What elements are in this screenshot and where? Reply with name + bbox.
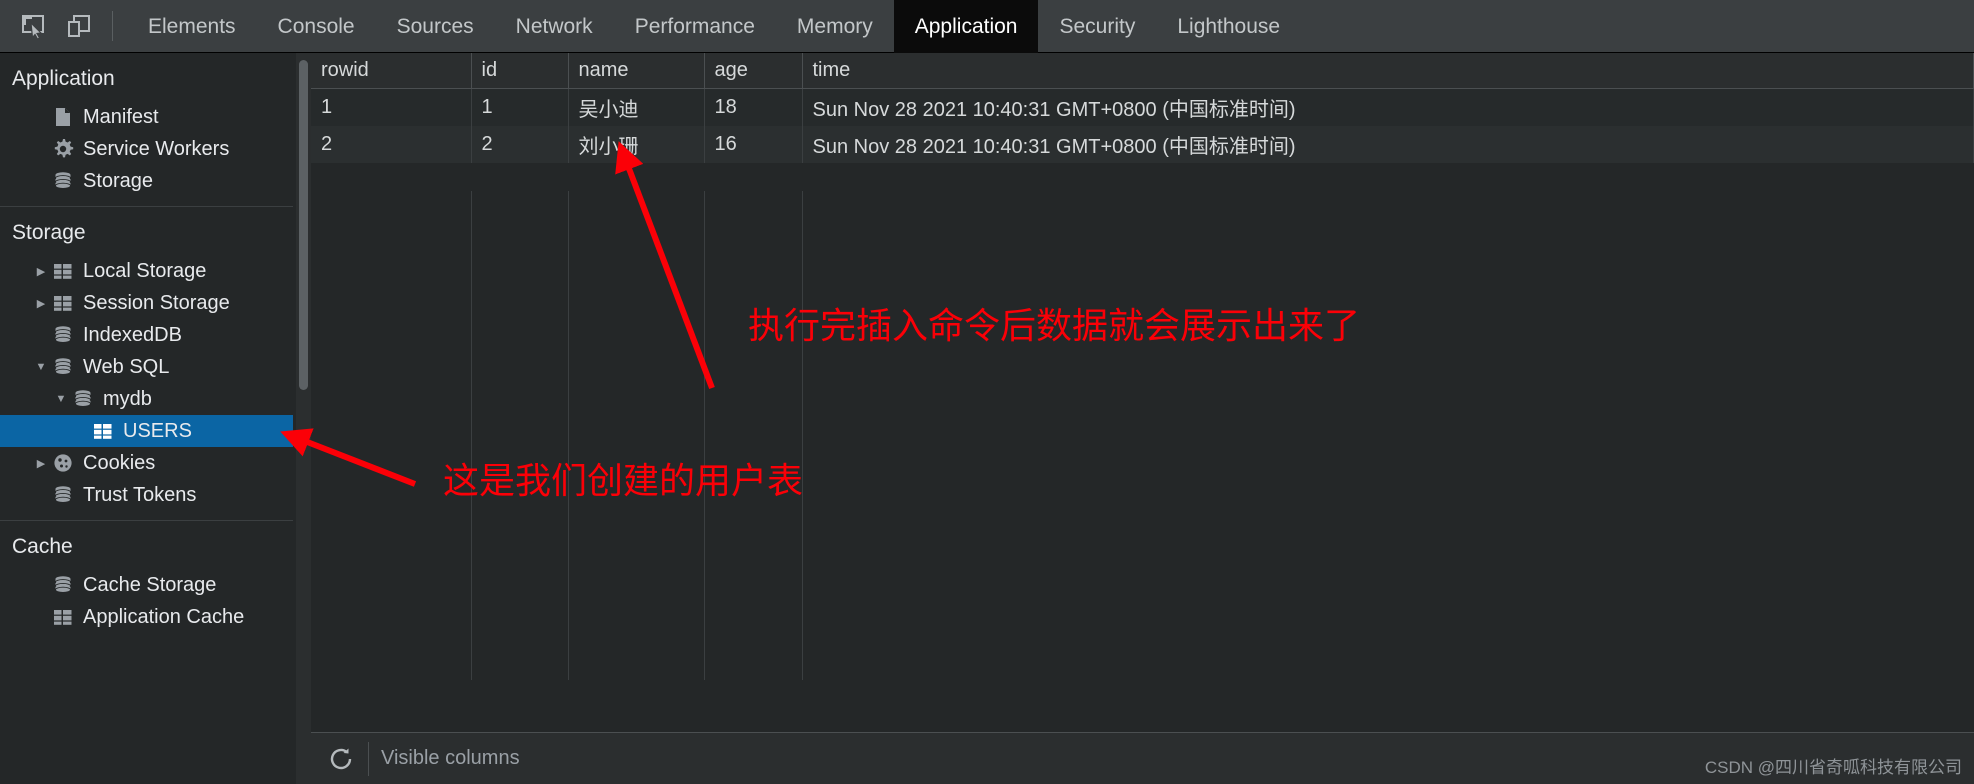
table-icon — [50, 607, 76, 627]
sidebar-item-application-cache[interactable]: Application Cache — [0, 601, 293, 633]
column-header-id[interactable]: id — [471, 53, 569, 89]
database-icon — [50, 324, 76, 346]
cell-name[interactable]: 刘小珊 — [568, 126, 705, 163]
tab-network[interactable]: Network — [495, 0, 614, 53]
devtools-window: Elements Console Sources Network Performance… — [0, 0, 1974, 784]
sidebar-item-session-storage[interactable]: ▶ Session Storage — [0, 287, 293, 319]
sidebar-item-label: Cookies — [83, 451, 156, 474]
column-header-rowid[interactable]: rowid — [311, 53, 472, 89]
sidebar-item-mydb[interactable]: ▼ mydb — [0, 383, 293, 415]
application-sidebar: Application Manifest Service Workers Storag… — [0, 53, 293, 784]
sidebar-item-local-storage[interactable]: ▶ Local Storage — [0, 255, 293, 287]
database-icon — [50, 170, 76, 192]
gear-icon — [50, 138, 76, 160]
sidebar-item-trust-tokens[interactable]: Trust Tokens — [0, 479, 293, 511]
users-datagrid: rowid id name age time 1 1 吴小迪 18 Sun Nov 28 202… — [311, 53, 1974, 163]
chevron-down-icon[interactable]: ▼ — [52, 393, 70, 405]
database-icon — [70, 388, 96, 410]
sidebar-item-cache-storage[interactable]: Cache Storage — [0, 569, 293, 601]
sidebar-item-storage[interactable]: Storage — [0, 165, 293, 197]
sidebar-item-service-workers[interactable]: Service Workers — [0, 133, 293, 165]
table-row[interactable]: 1 1 吴小迪 18 Sun Nov 28 2021 10:40:31 GMT+0800… — [311, 88, 1974, 126]
table-icon — [50, 293, 76, 313]
cell-age[interactable]: 18 — [704, 88, 803, 126]
sidebar-scrollbar-thumb[interactable] — [299, 60, 308, 390]
database-icon — [50, 356, 76, 378]
sidebar-item-label: Application Cache — [83, 605, 245, 628]
devtools-tool-icons — [0, 0, 127, 53]
tab-memory[interactable]: Memory — [776, 0, 894, 53]
cell-age[interactable]: 16 — [704, 126, 803, 163]
datagrid-empty-area — [311, 191, 1974, 680]
tab-elements[interactable]: Elements — [127, 0, 257, 53]
sidebar-item-label: Session Storage — [83, 291, 230, 314]
sidebar-section-header-cache: Cache — [12, 535, 73, 558]
datagrid-wrapper: rowid id name age time 1 1 吴小迪 18 Sun Nov 28 202… — [311, 53, 1974, 732]
cell-rowid[interactable]: 2 — [311, 126, 472, 163]
table-icon — [50, 261, 76, 281]
chevron-right-icon[interactable]: ▶ — [32, 297, 50, 310]
tab-console[interactable]: Console — [257, 0, 376, 53]
tab-sources[interactable]: Sources — [376, 0, 495, 53]
document-icon — [50, 106, 76, 128]
refresh-icon[interactable] — [318, 736, 364, 782]
devtools-tab-list: Elements Console Sources Network Performance… — [127, 0, 1301, 53]
column-header-name[interactable]: name — [568, 53, 705, 89]
cell-name[interactable]: 吴小迪 — [568, 88, 705, 126]
toolbar-divider — [368, 741, 369, 776]
datagrid-body: 1 1 吴小迪 18 Sun Nov 28 2021 10:40:31 GMT+0800… — [311, 88, 1974, 163]
sidebar-item-label: Storage — [83, 169, 154, 192]
cookie-icon — [50, 452, 76, 474]
sidebar-item-label: USERS — [123, 419, 192, 442]
chevron-right-icon[interactable]: ▶ — [32, 457, 50, 470]
sidebar-item-label: Cache Storage — [83, 573, 217, 596]
sidebar-item-label: Manifest — [83, 105, 159, 128]
cell-time[interactable]: Sun Nov 28 2021 10:40:31 GMT+0800 (中国标准时… — [802, 126, 1974, 163]
device-toolbar-icon[interactable] — [56, 3, 102, 49]
tab-performance[interactable]: Performance — [614, 0, 776, 53]
cell-id[interactable]: 1 — [471, 88, 569, 126]
sidebar-item-users[interactable]: USERS — [0, 415, 293, 447]
sidebar-item-manifest[interactable]: Manifest — [0, 101, 293, 133]
sidebar-item-label: mydb — [103, 387, 152, 410]
cell-time[interactable]: Sun Nov 28 2021 10:40:31 GMT+0800 (中国标准时… — [802, 88, 1974, 126]
sidebar-item-web-sql[interactable]: ▼ Web SQL — [0, 351, 293, 383]
websql-table-panel: rowid id name age time 1 1 吴小迪 18 Sun Nov 28 202… — [311, 53, 1974, 784]
sidebar-item-label: Web SQL — [83, 355, 170, 378]
column-header-time[interactable]: time — [802, 53, 1974, 89]
database-icon — [50, 574, 76, 596]
chevron-right-icon[interactable]: ▶ — [32, 265, 50, 278]
toolbar-divider — [112, 11, 113, 41]
cell-id[interactable]: 2 — [471, 126, 569, 163]
sidebar-item-cookies[interactable]: ▶ Cookies — [0, 447, 293, 479]
column-header-age[interactable]: age — [704, 53, 803, 89]
tab-security[interactable]: Security — [1038, 0, 1156, 53]
sidebar-section-header-application: Application — [12, 67, 115, 90]
tab-application[interactable]: Application — [893, 0, 1039, 53]
inspect-element-icon[interactable] — [10, 3, 56, 49]
sidebar-item-label: Local Storage — [83, 259, 207, 282]
tab-lighthouse[interactable]: Lighthouse — [1156, 0, 1301, 53]
sidebar-item-label: Service Workers — [83, 137, 230, 160]
table-icon — [90, 421, 116, 441]
devtools-tabbar: Elements Console Sources Network Performance… — [0, 0, 1974, 53]
sidebar-item-label: Trust Tokens — [83, 483, 197, 506]
csdn-watermark: CSDN @四川省奇呱科技有限公司 — [1704, 758, 1962, 777]
chevron-down-icon[interactable]: ▼ — [32, 361, 50, 373]
database-icon — [50, 484, 76, 506]
sidebar-section-header-storage: Storage — [12, 221, 86, 244]
sidebar-item-indexeddb[interactable]: IndexedDB — [0, 319, 293, 351]
sidebar-item-label: IndexedDB — [83, 323, 182, 346]
datagrid-header-row: rowid id name age time — [311, 53, 1974, 89]
cell-rowid[interactable]: 1 — [311, 88, 472, 126]
table-row[interactable]: 2 2 刘小珊 16 Sun Nov 28 2021 10:40:31 GMT+0800… — [311, 126, 1974, 163]
